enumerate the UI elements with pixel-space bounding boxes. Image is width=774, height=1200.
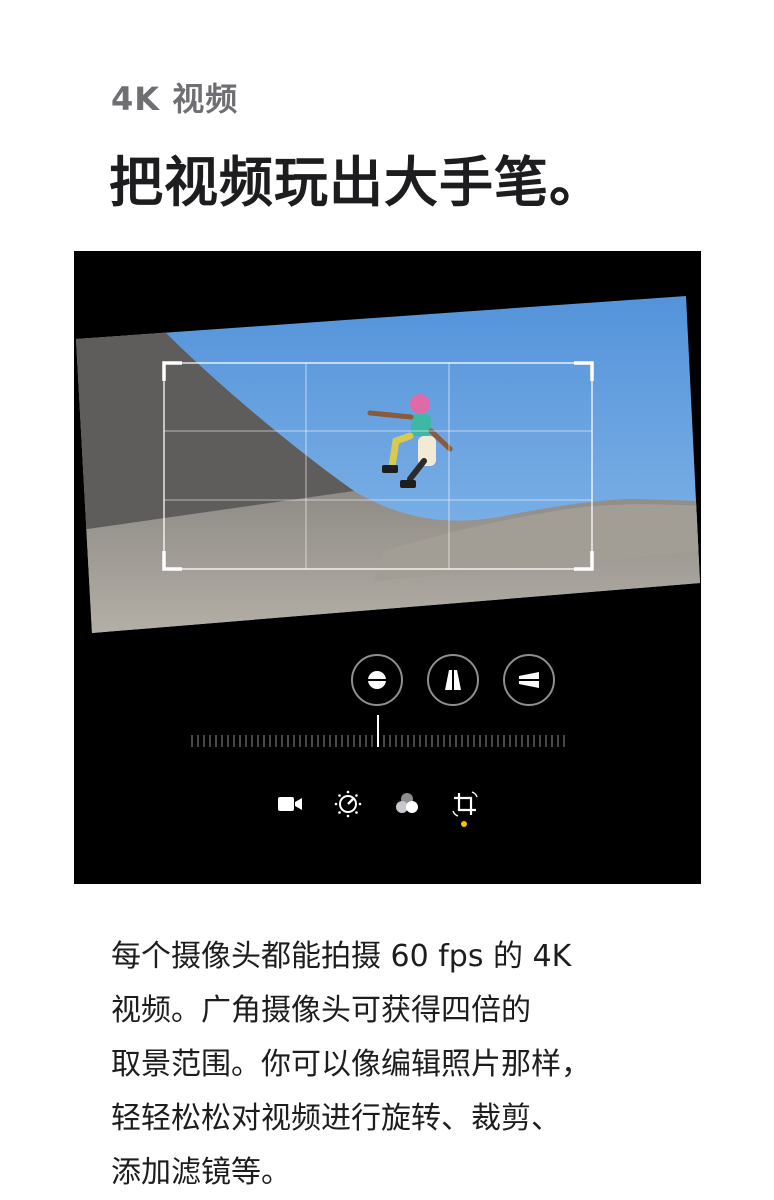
description-text: 每个摄像头都能拍摄 60 fps 的 4K 视频。广角摄像头可获得四倍的 取景范…: [111, 930, 671, 1200]
filters-icon[interactable]: [392, 789, 422, 819]
video-preview: [76, 296, 700, 633]
description-line: 轻轻松松对视频进行旋转、裁剪、: [111, 1101, 561, 1136]
description-line: 视频。广角摄像头可获得四倍的: [111, 993, 531, 1028]
active-tool-indicator: [461, 821, 467, 827]
vertical-perspective-button[interactable]: [427, 654, 479, 706]
video-camera-icon[interactable]: [275, 789, 305, 819]
horizontal-perspective-icon: [517, 672, 541, 688]
description-line: 取景范围。你可以像编辑照片那样，: [111, 1047, 591, 1082]
description-line: 添加滤镜等。: [111, 1155, 291, 1190]
eyebrow-title: 4K 视频: [111, 80, 239, 118]
straighten-button[interactable]: [351, 654, 403, 706]
description-line: 每个摄像头都能拍摄 60 fps 的 4K: [111, 939, 572, 974]
vertical-perspective-icon: [445, 668, 461, 692]
horizontal-perspective-button[interactable]: [503, 654, 555, 706]
adjust-dial-icon[interactable]: [333, 789, 363, 819]
rotation-dial[interactable]: [189, 713, 569, 753]
straighten-icon: [366, 671, 388, 689]
video-editor-panel: [74, 251, 701, 884]
crop-rotate-icon[interactable]: [450, 789, 480, 819]
headline: 把视频玩出大手笔。: [109, 151, 604, 214]
